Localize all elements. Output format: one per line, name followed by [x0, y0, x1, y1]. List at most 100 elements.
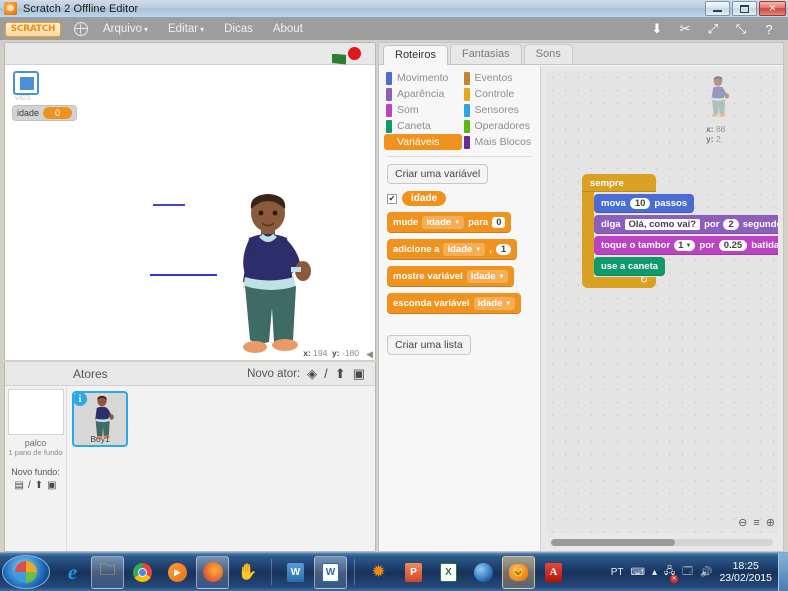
category-variaveis[interactable]: Variáveis: [384, 134, 462, 150]
variable-watcher[interactable]: idade 0: [12, 105, 78, 121]
paint-new-sprite-icon[interactable]: /: [324, 366, 328, 381]
zoom-out-button[interactable]: ⊖: [738, 516, 747, 529]
tab-sons[interactable]: Sons: [523, 44, 573, 64]
palette-block-esconda-variavel[interactable]: esconda variável idade ▼: [387, 293, 522, 314]
adobe-reader-icon[interactable]: A: [537, 556, 570, 589]
script-stack[interactable]: sempre mova 10 passos diga Olá, como vai…: [582, 174, 778, 288]
zoom-reset-button[interactable]: ≡: [753, 517, 759, 529]
category-sensores[interactable]: Sensores: [462, 102, 540, 118]
block-input[interactable]: 10: [629, 198, 651, 209]
start-button[interactable]: [2, 555, 50, 589]
block-dropdown[interactable]: idade ▼: [473, 297, 516, 310]
category-controle[interactable]: Controle: [462, 86, 540, 102]
upload-backdrop-icon[interactable]: ⬆: [35, 480, 43, 491]
avast-icon[interactable]: ✹: [362, 556, 395, 589]
grow-icon[interactable]: ⤢: [706, 21, 720, 36]
palette-block-adicione[interactable]: adicione a idade ▼ , 1: [387, 239, 518, 260]
menu-about[interactable]: About: [268, 21, 308, 37]
stage-canvas[interactable]: v423 idade 0 x: 194 y: -180 ◀: [5, 65, 375, 360]
category-caneta[interactable]: Caneta: [384, 118, 462, 134]
variable-reporter-idade[interactable]: idade: [402, 191, 447, 206]
word-icon[interactable]: W: [314, 555, 347, 589]
action-center-icon[interactable]: 🗔: [682, 564, 693, 581]
script-block-use-caneta[interactable]: use a caneta: [594, 257, 666, 276]
minimize-button[interactable]: [705, 1, 730, 16]
google-chrome-icon[interactable]: [126, 556, 159, 589]
globe-icon[interactable]: [74, 22, 88, 36]
shrink-icon[interactable]: ⤡: [734, 21, 748, 36]
horizontal-scrollbar[interactable]: [551, 539, 773, 546]
google-earth-icon[interactable]: [467, 556, 500, 589]
zoom-in-button[interactable]: ⊕: [766, 516, 775, 529]
keyboard-icon[interactable]: ⌨: [631, 567, 645, 578]
excel-icon[interactable]: X: [432, 556, 465, 589]
tab-roteiros[interactable]: Roteiros: [383, 45, 448, 65]
sprite-x-value: 88: [715, 124, 726, 134]
block-input[interactable]: 0: [492, 217, 506, 228]
block-dropdown[interactable]: idade ▼: [422, 216, 465, 229]
network-error-icon[interactable]: 🖧 ✕: [664, 564, 679, 583]
paint-glove-icon[interactable]: ✋: [231, 556, 264, 589]
clock[interactable]: 18:25 23/02/2015: [719, 560, 772, 584]
make-variable-button[interactable]: Criar uma variável: [387, 164, 489, 184]
camera-backdrop-icon[interactable]: ▣: [47, 480, 56, 491]
dropdown-value: 1: [678, 240, 684, 251]
category-mais-blocos[interactable]: Mais Blocos: [462, 134, 540, 150]
paint-backdrop-icon[interactable]: /: [28, 480, 31, 491]
file-explorer-icon[interactable]: 🗀: [91, 555, 124, 589]
category-label: Som: [397, 104, 419, 116]
word-doc-icon[interactable]: W: [279, 556, 312, 589]
script-block-mova[interactable]: mova 10 passos: [594, 194, 695, 213]
stage-selector[interactable]: palco 1 pano de fundo Novo fundo: ▤ / ⬆ …: [5, 386, 67, 551]
stop-button[interactable]: [348, 47, 361, 60]
stage-mouse-coordinates: x: 194 y: -180: [303, 348, 359, 358]
block-input[interactable]: 2: [723, 219, 739, 230]
variable-checkbox[interactable]: ✔: [387, 193, 397, 204]
close-button[interactable]: ✕: [759, 1, 786, 16]
sprite-library-icon[interactable]: ◈: [307, 366, 317, 382]
script-block-sempre[interactable]: sempre: [582, 174, 656, 192]
palette-block-mostre-variavel[interactable]: mostre variável idade ▼: [387, 266, 515, 287]
collapse-arrow-icon[interactable]: ◀: [366, 349, 373, 360]
scripts-canvas[interactable]: x: 88 y: 2 sempre mova 10 passos diga Ol…: [546, 71, 778, 533]
scratch-icon[interactable]: 🐱: [502, 555, 535, 589]
firefox-icon[interactable]: [196, 555, 229, 589]
menu-dicas[interactable]: Dicas: [219, 21, 258, 37]
stage-thumbnail[interactable]: [8, 389, 64, 435]
block-input[interactable]: 0.25: [718, 240, 748, 251]
category-operadores[interactable]: Operadores: [462, 118, 540, 134]
menu-editar[interactable]: Editar ▾: [163, 21, 209, 37]
scissors-icon[interactable]: ✂: [678, 21, 692, 36]
block-text-input[interactable]: Olá, como vai?: [624, 219, 701, 230]
upload-sprite-icon[interactable]: ⬆: [335, 366, 346, 382]
help-icon[interactable]: ?: [762, 22, 776, 37]
block-dropdown[interactable]: idade ▼: [443, 243, 486, 256]
tray-language[interactable]: PT: [611, 567, 624, 578]
block-input[interactable]: 1: [495, 244, 512, 255]
powerpoint-icon[interactable]: P: [397, 556, 430, 589]
make-list-button[interactable]: Criar uma lista: [387, 335, 471, 355]
show-hidden-icons-button[interactable]: ▴: [652, 567, 657, 578]
category-som[interactable]: Som: [384, 102, 462, 118]
palette-block-mude[interactable]: mude idade ▼ para 0: [387, 212, 512, 233]
restore-button[interactable]: [732, 1, 757, 16]
tab-fantasias[interactable]: Fantasias: [449, 44, 522, 64]
menu-arquivo[interactable]: Arquivo ▾: [98, 21, 153, 37]
stage-sprite-boy1[interactable]: [221, 191, 315, 359]
scratch-logo[interactable]: SCRATCH: [5, 21, 61, 37]
block-dropdown[interactable]: idade ▼: [466, 270, 509, 283]
internet-explorer-icon[interactable]: e: [56, 556, 89, 589]
show-desktop-button[interactable]: [778, 552, 788, 591]
sprite-item-boy1[interactable]: i Boy1: [72, 391, 128, 447]
category-eventos[interactable]: Eventos: [462, 70, 540, 86]
category-movimento[interactable]: Movimento: [384, 70, 462, 86]
backdrop-library-icon[interactable]: ▤: [14, 480, 23, 491]
stamp-icon[interactable]: ⬇: [650, 21, 664, 36]
block-dropdown[interactable]: 1 ▼: [674, 240, 696, 251]
category-aparencia[interactable]: Aparência: [384, 86, 462, 102]
camera-sprite-icon[interactable]: ▣: [353, 366, 365, 382]
volume-icon[interactable]: 🔊: [700, 567, 712, 578]
script-block-toque-tambor[interactable]: toque o tambor 1▼ por 0.25 batidas: [594, 236, 778, 255]
script-block-diga[interactable]: diga Olá, como vai? por 2 segundos: [594, 215, 778, 234]
media-player-icon[interactable]: ▶: [161, 556, 194, 589]
